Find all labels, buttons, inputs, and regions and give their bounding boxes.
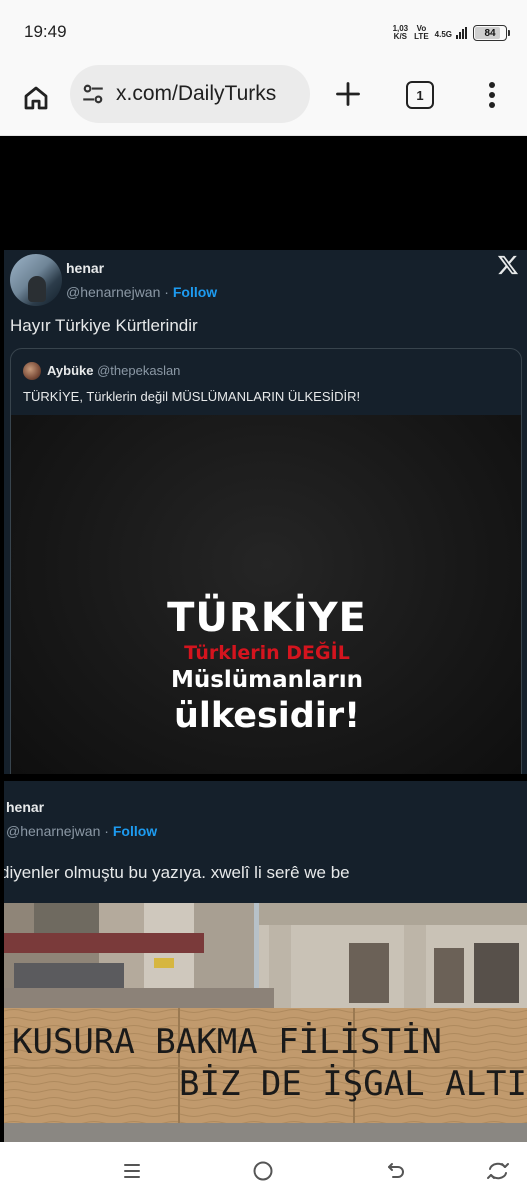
home-icon (24, 86, 48, 110)
quoted-image[interactable]: TÜRKİYE Türklerin DEĞİL Müslümanların ül… (11, 415, 521, 774)
separator-dot: · (104, 823, 109, 839)
home-nav-button[interactable] (250, 1158, 276, 1184)
quoted-tweet[interactable]: Aybüke @thepekaslan TÜRKİYE, Türklerin d… (10, 348, 522, 774)
tune-icon[interactable] (80, 81, 106, 107)
volte-indicator: Vo LTE (414, 25, 429, 41)
back-button[interactable] (383, 1158, 409, 1184)
cellular-signal: 4.5G (435, 27, 467, 39)
more-menu-button[interactable] (478, 78, 506, 112)
quoted-tweet-text: TÜRKİYE, Türklerin değil MÜSLÜMANLARIN Ü… (23, 389, 361, 404)
rotate-button[interactable] (485, 1158, 511, 1184)
new-tab-button[interactable] (332, 78, 364, 110)
network-speed: 1,03 K/S (393, 25, 409, 41)
battery-icon: 84 (473, 25, 510, 41)
poster-line-4: ülkesidir! (173, 696, 361, 736)
author-name[interactable]: henar (66, 260, 104, 276)
board-line-2: BİZ DE İŞGAL ALTINDA (179, 1064, 527, 1104)
system-nav-bar (0, 1142, 527, 1200)
poster-text: TÜRKİYE Türklerin DEĞİL Müslümanların ül… (11, 595, 521, 737)
separator-dot: · (164, 284, 169, 300)
author-handle[interactable]: @henarnejwan (6, 823, 100, 839)
author-handle[interactable]: @henarnejwan (66, 284, 160, 300)
browser-toolbar: x.com/DailyTurks 1 (0, 62, 527, 136)
tweet-card[interactable]: henar @henarnejwan · Follow Hayır Türkiy… (4, 250, 527, 774)
home-circle-icon (253, 1161, 273, 1181)
tab-switcher-button[interactable]: 1 (406, 81, 434, 109)
volte-bottom: LTE (414, 32, 429, 41)
photo-scene: KUSURA BAKMA FİLİSTİN BİZ DE İŞGAL ALTIN… (4, 903, 527, 1142)
url-text[interactable]: x.com/DailyTurks (116, 82, 276, 106)
x-logo-icon[interactable] (497, 254, 519, 276)
home-button[interactable] (18, 80, 54, 116)
quoted-author-handle[interactable]: @thepekaslan (97, 363, 180, 378)
signal-bars-icon (456, 27, 467, 39)
more-vert-icon (489, 82, 495, 108)
address-bar[interactable]: x.com/DailyTurks (70, 65, 310, 123)
follow-button[interactable]: Follow (173, 284, 217, 300)
status-time: 19:49 (24, 22, 67, 41)
status-bar: 19:49 1,03 K/S Vo LTE 4.5G 84 (0, 0, 527, 62)
quoted-avatar[interactable] (23, 362, 41, 380)
rotate-icon (487, 1162, 509, 1180)
poster-line-3: Müslümanların (170, 667, 364, 693)
plus-icon (336, 82, 360, 106)
tweet-card[interactable]: henar @henarnejwan · Follow diyenler olm… (4, 781, 527, 1142)
quoted-author: Aybüke @thepekaslan (47, 363, 180, 378)
avatar[interactable] (10, 254, 62, 306)
tweet-text: diyenler olmuştu bu yazıya. xwelî li ser… (4, 863, 350, 882)
back-icon (388, 1163, 404, 1178)
author-name[interactable]: henar (6, 799, 44, 815)
status-icons: 1,03 K/S Vo LTE 4.5G 84 (393, 22, 510, 44)
page-content: henar @henarnejwan · Follow Hayır Türkiy… (0, 136, 527, 1142)
signal-type-label: 4.5G (434, 30, 452, 39)
author-handle-row: @henarnejwan · Follow (6, 823, 157, 839)
author-handle-row: @henarnejwan · Follow (66, 284, 217, 300)
network-speed-unit: K/S (393, 32, 408, 41)
battery-level: 84 (484, 27, 496, 39)
tweet-text: Hayır Türkiye Kürtlerindir (10, 316, 198, 335)
recents-button[interactable] (119, 1158, 145, 1184)
board-line-1: KUSURA BAKMA FİLİSTİN (12, 1022, 442, 1062)
follow-button[interactable]: Follow (113, 823, 157, 839)
quoted-author-name[interactable]: Aybüke (47, 363, 93, 378)
poster-line-2: Türklerin DEĞİL (184, 642, 350, 664)
poster-line-1: TÜRKİYE (167, 595, 367, 641)
tweet-photo[interactable]: KUSURA BAKMA FİLİSTİN BİZ DE İŞGAL ALTIN… (4, 903, 527, 1142)
recents-icon (124, 1164, 140, 1178)
